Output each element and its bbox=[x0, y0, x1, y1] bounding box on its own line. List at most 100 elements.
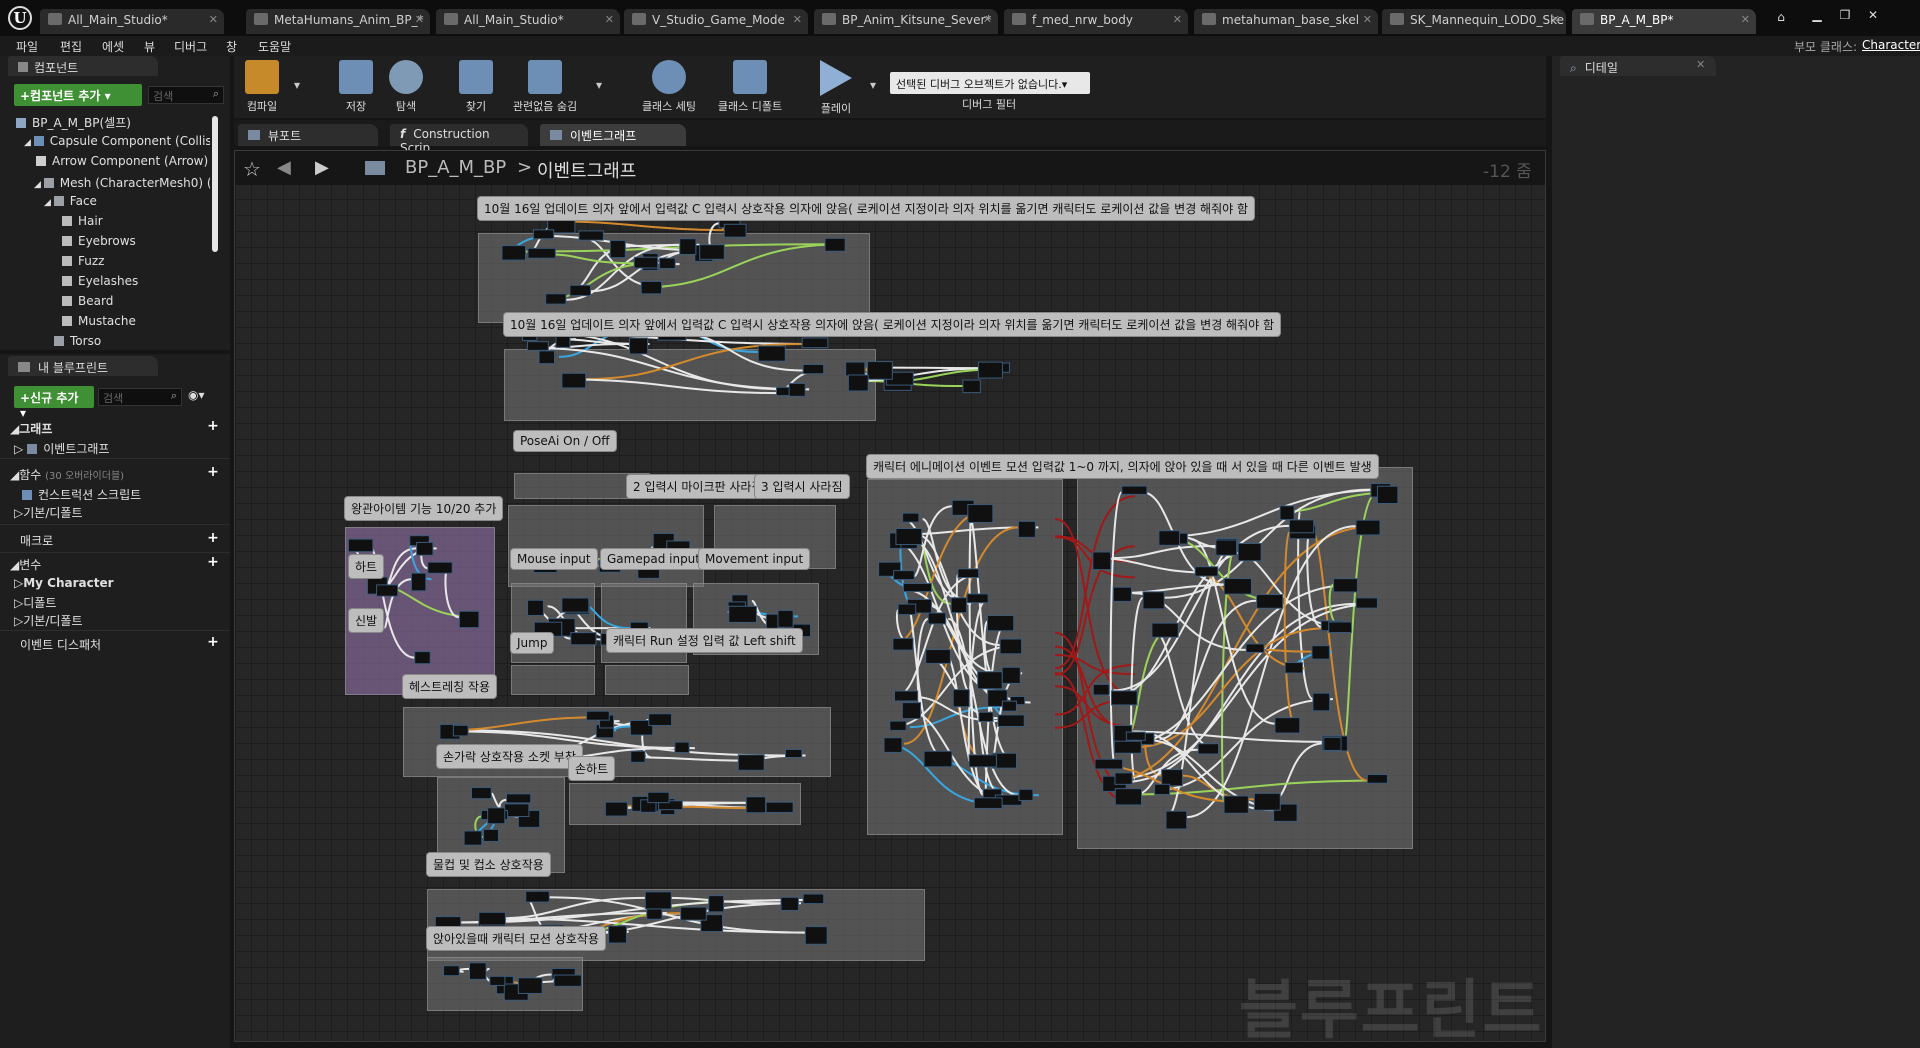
eye-icon[interactable]: ◉▾ bbox=[188, 388, 205, 402]
compile-dropdown-icon[interactable]: ▾ bbox=[294, 78, 300, 92]
components-search-input[interactable]: 검색 ⌕ bbox=[148, 86, 224, 104]
blueprint-node[interactable] bbox=[604, 801, 628, 817]
blueprint-node[interactable] bbox=[788, 382, 806, 397]
component-tree-item[interactable]: ◢ Mesh (CharacterMesh0) (상 bbox=[34, 174, 210, 192]
blueprint-node[interactable] bbox=[1223, 795, 1249, 814]
comment-label[interactable]: 손가락 상호작용 소켓 부착 bbox=[437, 745, 582, 768]
blueprint-node[interactable] bbox=[1237, 542, 1262, 562]
defaults-category[interactable]: ▷디폴트 bbox=[14, 594, 56, 612]
blueprint-node[interactable] bbox=[674, 741, 690, 754]
blueprint-node[interactable] bbox=[801, 337, 829, 349]
blueprint-node[interactable] bbox=[1114, 772, 1133, 785]
blueprint-node[interactable] bbox=[647, 791, 670, 804]
blueprint-node[interactable] bbox=[553, 974, 582, 987]
component-tree-item[interactable]: Eyelashes bbox=[62, 274, 138, 292]
functions-section[interactable]: ◢함수 (30 오버라이더블) bbox=[10, 466, 124, 484]
blueprint-node[interactable] bbox=[925, 649, 951, 664]
add-function-icon[interactable]: + bbox=[206, 465, 220, 480]
close-tab-icon[interactable]: ✕ bbox=[983, 13, 992, 26]
blueprint-node[interactable] bbox=[633, 256, 659, 269]
class-settings-button[interactable]: 클래스 세팅 bbox=[634, 58, 704, 113]
blueprint-node[interactable] bbox=[892, 637, 914, 651]
comment-label[interactable]: PoseAi On / Off bbox=[514, 431, 616, 451]
component-tree-item[interactable]: Beard bbox=[62, 294, 113, 312]
blueprint-node[interactable] bbox=[501, 245, 526, 261]
close-tab-icon[interactable]: ✕ bbox=[1551, 13, 1560, 26]
blueprint-node[interactable] bbox=[545, 293, 567, 305]
blueprint-search-input[interactable]: 검색 ⌕ bbox=[98, 388, 182, 406]
add-event-dispatcher-icon[interactable]: + bbox=[206, 635, 220, 650]
blueprint-node[interactable] bbox=[526, 341, 549, 351]
close-icon[interactable]: ✕ bbox=[1696, 58, 1705, 71]
blueprint-node[interactable] bbox=[866, 361, 893, 380]
component-tree-item[interactable]: Torso bbox=[54, 334, 101, 352]
comment-label[interactable]: Movement input bbox=[699, 549, 810, 569]
hide-unrelated-dropdown-icon[interactable]: ▾ bbox=[596, 78, 602, 92]
blueprint-node[interactable] bbox=[644, 891, 672, 910]
blueprint-node[interactable] bbox=[1017, 520, 1036, 538]
blueprint-node[interactable] bbox=[962, 379, 981, 394]
close-tab-icon[interactable]: ✕ bbox=[605, 13, 614, 26]
blueprint-node[interactable] bbox=[804, 926, 828, 945]
component-tree-item[interactable]: Eyebrows bbox=[62, 234, 136, 252]
blueprint-node[interactable] bbox=[680, 906, 707, 921]
document-tab[interactable]: f_med_nrw_body ✕ bbox=[1004, 9, 1188, 34]
class-defaults-button[interactable]: 클래스 디폴트 bbox=[710, 58, 790, 113]
blueprint-node[interactable] bbox=[517, 977, 543, 994]
blueprint-node[interactable] bbox=[1323, 736, 1342, 751]
close-tab-icon[interactable]: ✕ bbox=[1363, 13, 1372, 26]
blueprint-node[interactable] bbox=[1018, 788, 1034, 801]
blueprint-node[interactable] bbox=[1376, 485, 1399, 504]
blueprint-node[interactable] bbox=[802, 893, 825, 905]
comment-label[interactable]: 캐릭터 에니메이션 이벤트 모션 입력값 1~0 까지, 의자에 앉아 있을 때… bbox=[867, 455, 1378, 478]
blueprint-node[interactable] bbox=[1256, 594, 1284, 609]
play-dropdown-icon[interactable]: ▾ bbox=[870, 78, 876, 92]
details-tab[interactable]: ⌕ 디테일 bbox=[1560, 56, 1716, 76]
blueprint-node[interactable] bbox=[883, 737, 903, 753]
blueprint-node[interactable] bbox=[1279, 505, 1295, 521]
blueprint-node[interactable] bbox=[824, 237, 846, 252]
blueprint-node[interactable] bbox=[728, 605, 757, 623]
blueprint-node[interactable] bbox=[640, 280, 663, 295]
event-dispatcher-section[interactable]: 이벤트 디스패처 bbox=[20, 636, 101, 654]
minimize-icon[interactable]: ▁ bbox=[1806, 8, 1828, 22]
menu-file[interactable]: 파일 bbox=[16, 38, 38, 55]
document-tab[interactable]: All_Main_Studio* ✕ bbox=[436, 9, 620, 34]
blueprint-node[interactable] bbox=[902, 512, 920, 523]
blueprint-node[interactable] bbox=[978, 711, 994, 723]
basic-default-item-1[interactable]: ▷기본/디폴트 bbox=[14, 504, 82, 522]
compile-button[interactable]: 컴파일 bbox=[234, 58, 290, 113]
comment-label[interactable]: 10월 16일 업데이트 의자 앞에서 입력값 C 입력시 상호작용 의자에 앉… bbox=[478, 197, 1255, 220]
component-tree-item[interactable]: Hair bbox=[62, 214, 103, 232]
blueprint-node[interactable] bbox=[679, 238, 697, 255]
blueprint-node[interactable] bbox=[376, 584, 399, 597]
blueprint-node[interactable] bbox=[489, 975, 506, 986]
blueprint-node[interactable] bbox=[897, 603, 917, 616]
pin-icon[interactable]: ⌂ bbox=[1770, 10, 1792, 24]
blueprint-node[interactable] bbox=[977, 671, 1003, 690]
components-tab[interactable]: 컴포넌트 bbox=[8, 56, 158, 76]
blueprint-node[interactable] bbox=[561, 372, 587, 389]
comment-label[interactable]: 물컵 및 컵소 상호작용 bbox=[427, 853, 550, 876]
blueprint-node[interactable] bbox=[629, 337, 649, 355]
blueprint-node[interactable] bbox=[1284, 662, 1304, 674]
blueprint-node[interactable] bbox=[893, 690, 919, 702]
blueprint-node[interactable] bbox=[525, 890, 550, 903]
menu-help[interactable]: 도움말 bbox=[258, 38, 291, 55]
tab-event-graph[interactable]: 이벤트그래프 bbox=[540, 124, 686, 146]
blueprint-node[interactable] bbox=[608, 925, 627, 944]
parent-class-link[interactable]: Character bbox=[1862, 38, 1920, 52]
comment-label[interactable]: 하트 bbox=[349, 555, 384, 578]
blueprint-node[interactable] bbox=[1288, 519, 1315, 534]
blueprint-node[interactable] bbox=[1223, 578, 1252, 595]
comment-label[interactable]: Jump bbox=[511, 633, 554, 653]
blueprint-node[interactable] bbox=[966, 593, 989, 604]
blueprint-node[interactable] bbox=[414, 651, 431, 665]
component-tree-item[interactable]: Mustache bbox=[62, 314, 136, 332]
blueprint-node[interactable] bbox=[1154, 783, 1171, 795]
browse-button[interactable]: 탐색 bbox=[378, 58, 434, 113]
blueprint-node[interactable] bbox=[847, 374, 869, 392]
graph-section[interactable]: ◢그래프 bbox=[10, 420, 52, 438]
blueprint-node[interactable] bbox=[504, 803, 530, 818]
blueprint-node[interactable] bbox=[889, 720, 907, 731]
